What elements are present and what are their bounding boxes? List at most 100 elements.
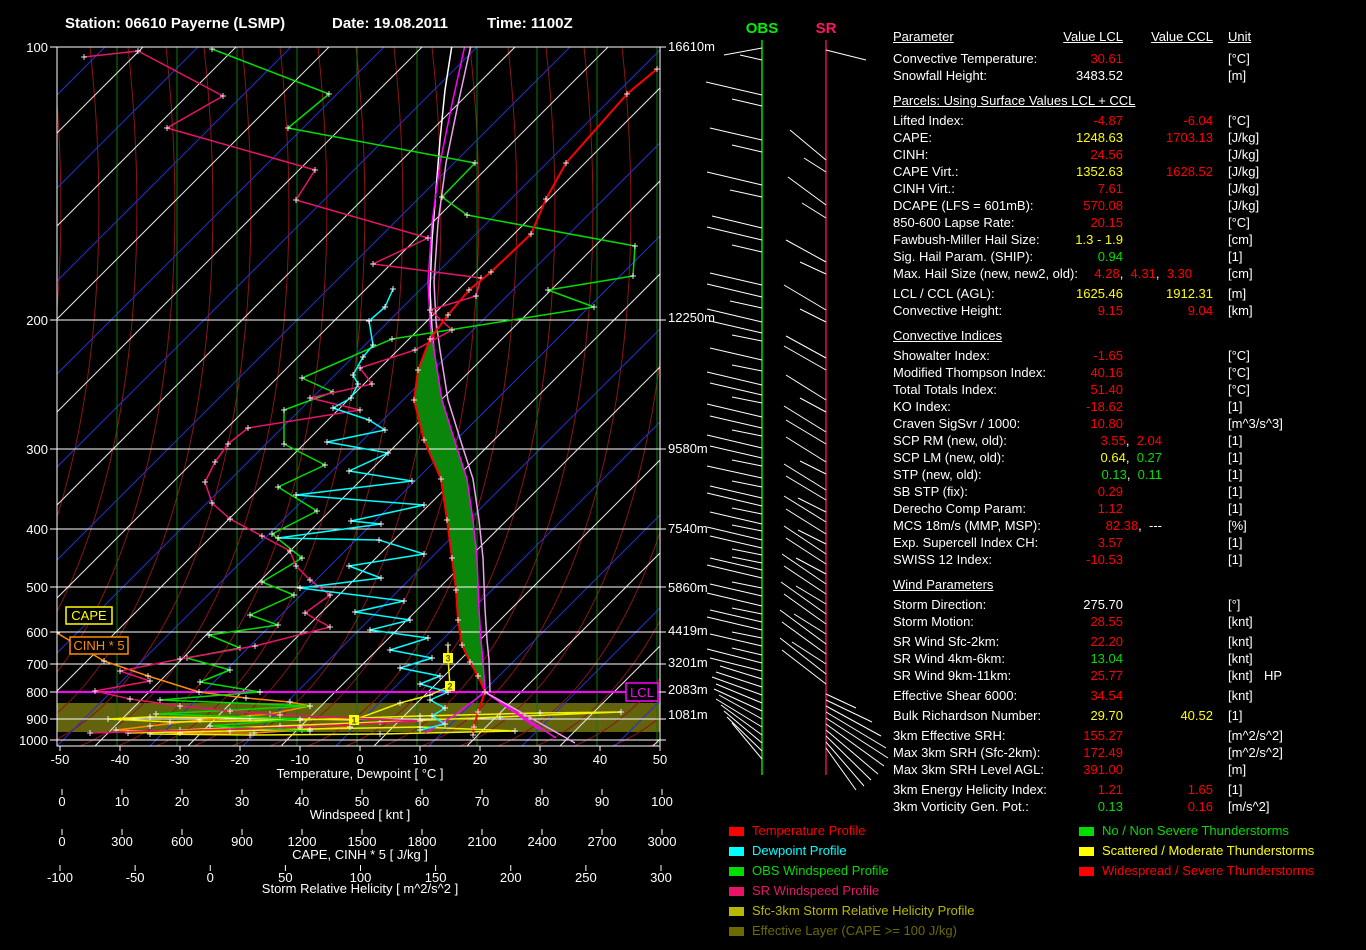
table-row: Derecho Comp Param: 1.12 [1] <box>0 500 1366 517</box>
param-unit: [knt] <box>1228 668 1253 683</box>
legend-swatch <box>1079 867 1094 876</box>
table-row: SCP RM (new, old): 3.55, 2.04 [1] <box>0 432 1366 449</box>
param-value: 9.04 <box>1187 303 1213 318</box>
param-unit: [m/s^2] <box>1228 799 1270 814</box>
param-unit: [m] <box>1228 286 1247 301</box>
param-value: 1.21 <box>1097 782 1123 797</box>
param-value: -10.53 <box>1086 552 1123 567</box>
table-row: Total Totals Index: 51.40 [°C] <box>0 381 1366 398</box>
param-unit: [°C] <box>1228 215 1250 230</box>
header-lcl: Value LCL <box>1063 29 1123 44</box>
legend-swatch <box>729 887 744 896</box>
param-label: SCP LM (new, old): <box>893 450 1005 465</box>
param-label: Max 3km SRH Level AGL: <box>893 762 1044 777</box>
section-header: Parcels: Using Surface Values LCL + CCL <box>893 93 1136 108</box>
param-label: Derecho Comp Param: <box>893 501 1026 516</box>
sounding-analysis-window: { "title": { "station": "Station: 06610 … <box>0 0 1366 950</box>
param-label: Convective Height: <box>893 303 1003 318</box>
param-unit: [knt] <box>1228 634 1253 649</box>
param-unit: [m^2/s^2] <box>1228 728 1283 743</box>
param-label: 3km Vorticity Gen. Pot.: <box>893 799 1029 814</box>
parameter-table: Parameter Value LCL Value CCL Unit Convectiv… <box>0 0 1366 950</box>
table-row: Convective Indices <box>0 327 1366 344</box>
param-value: 1625.46 <box>1076 286 1123 301</box>
header-parameter: Parameter <box>893 29 954 44</box>
table-row: KO Index: -18.62 [1] <box>0 398 1366 415</box>
table-row: Fawbush-Miller Hail Size: 1.3 - 1.9 [cm] <box>0 231 1366 248</box>
table-row: Lifted Index: -4.87 -6.04 [°C] <box>0 112 1366 129</box>
legend-label: Scattered / Moderate Thunderstorms <box>1102 843 1315 858</box>
param-unit: [J/kg] <box>1228 198 1260 213</box>
param-unit: [m] <box>1228 68 1247 83</box>
legend-label: Widespread / Severe Thunderstorms <box>1102 863 1315 878</box>
param-value: 82.38, --- <box>1105 518 1162 533</box>
table-row: LCL / CCL (AGL): 1625.46 1912.31 [m] <box>0 285 1366 302</box>
legend-swatch <box>729 867 744 876</box>
param-value: 155.27 <box>1083 728 1123 743</box>
param-value: 1352.63 <box>1076 164 1123 179</box>
param-unit: [1] <box>1228 467 1243 482</box>
section-header: Convective Indices <box>893 328 1003 343</box>
param-value: 3483.52 <box>1076 68 1123 83</box>
legend-label: Temperature Profile <box>752 823 866 838</box>
legend-swatch <box>729 927 744 936</box>
param-unit: [1] <box>1228 399 1243 414</box>
header-ccl: Value CCL <box>1151 29 1213 44</box>
table-row: Max 3km SRH (Sfc-2km): 172.49 [m^2/s^2] <box>0 744 1366 761</box>
header-unit: Unit <box>1228 29 1252 44</box>
param-value: 0.29 <box>1097 484 1123 499</box>
param-label: SR Wind 9km-11km: <box>893 668 1012 683</box>
param-value: 51.40 <box>1090 382 1123 397</box>
param-value: 25.77 <box>1090 668 1123 683</box>
param-label: 850-600 Lapse Rate: <box>893 215 1015 230</box>
param-unit: [cm] <box>1228 232 1253 247</box>
param-unit: [knt] <box>1228 651 1253 666</box>
legend-swatch <box>1079 847 1094 856</box>
param-unit: [1] <box>1228 450 1243 465</box>
param-value: 0.16 <box>1187 799 1213 814</box>
param-unit: [1] <box>1228 501 1243 516</box>
param-unit: [1] <box>1228 708 1243 723</box>
param-unit: [1] <box>1228 249 1243 264</box>
table-row: Showalter Index: -1.65 [°C] <box>0 347 1366 364</box>
table-row: 3km Energy Helicity Index: 1.21 1.65 [1] <box>0 781 1366 798</box>
table-row: SB STP (fix): 0.29 [1] <box>0 483 1366 500</box>
legend-label: SR Windspeed Profile <box>752 883 880 898</box>
table-row: Parcels: Using Surface Values LCL + CCL <box>0 92 1366 109</box>
table-row: Wind Parameters <box>0 576 1366 593</box>
param-unit: [J/kg] <box>1228 130 1260 145</box>
param-label: CINH: <box>893 147 929 162</box>
param-label: Effective Shear 6000: <box>893 688 1018 703</box>
param-value: -18.62 <box>1086 399 1123 414</box>
table-row: SCP LM (new, old): 0.64, 0.27 [1] <box>0 449 1366 466</box>
param-label: Craven SigSvr / 1000: <box>893 416 1021 431</box>
param-value: 0.13 <box>1097 799 1123 814</box>
param-value: 0.64, 0.27 <box>1100 450 1162 465</box>
param-unit: [km] <box>1228 303 1253 318</box>
table-row: CAPE Virt.: 1352.63 1628.52 [J/kg] <box>0 163 1366 180</box>
param-label: DCAPE (LFS = 601mB): <box>893 198 1034 213</box>
table-row: SWISS 12 Index: -10.53 [1] <box>0 551 1366 568</box>
table-row: Convective Temperature: 30.61 [°C] <box>0 50 1366 67</box>
param-value: 28.55 <box>1090 614 1123 629</box>
param-value: 1248.63 <box>1076 130 1123 145</box>
param-unit: [1] <box>1228 552 1243 567</box>
param-value: 1.3 - 1.9 <box>1075 232 1123 247</box>
table-row: 3km Effective SRH: 155.27 [m^2/s^2] <box>0 727 1366 744</box>
param-label: CAPE: <box>893 130 933 145</box>
param-label: Max. Hail Size (new, new2, old): <box>893 266 1078 281</box>
param-value: 1628.52 <box>1166 164 1213 179</box>
param-label: Fawbush-Miller Hail Size: <box>893 232 1040 247</box>
param-value: -6.04 <box>1183 113 1213 128</box>
table-row: Sig. Hail Param. (SHIP): 0.94 [1] <box>0 248 1366 265</box>
param-unit: [°] <box>1228 597 1241 612</box>
legend-label: Sfc-3km Storm Relative Helicity Profile <box>752 903 975 918</box>
param-value: 29.70 <box>1090 708 1123 723</box>
legend-label: Effective Layer (CAPE >= 100 J/kg) <box>752 923 957 938</box>
param-value: -4.87 <box>1093 113 1123 128</box>
legend-label: Dewpoint Profile <box>752 843 847 858</box>
param-value: 13.04 <box>1090 651 1123 666</box>
param-value: 275.70 <box>1083 597 1123 612</box>
param-label: Max 3km SRH (Sfc-2km): <box>893 745 1041 760</box>
table-row: Storm Direction: 275.70 [°] <box>0 596 1366 613</box>
